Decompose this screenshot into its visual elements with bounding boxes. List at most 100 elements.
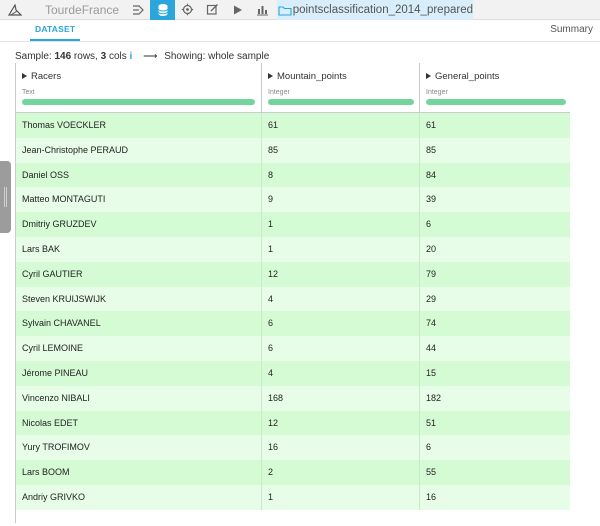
column-type: Integer [426,89,448,96]
datasets-icon[interactable] [150,0,175,20]
table-cell[interactable]: 85 [420,138,570,163]
showing-label: Showing: whole sample [164,51,270,62]
table-cell[interactable]: Cyril GAUTIER [16,261,262,287]
table-cell[interactable]: 55 [420,460,570,485]
caret-right-icon [426,73,431,79]
table-row[interactable]: Jérome PINEAU 4 15 [16,360,570,386]
table-cell[interactable]: 74 [420,311,570,336]
table-cell[interactable]: Vincenzo NIBALI [16,385,262,411]
table-cell[interactable]: Lars BAK [16,236,262,262]
project-name[interactable]: TourdeFrance [30,0,125,20]
table-cell[interactable]: Andriy GRIVKO [16,484,262,510]
table-cell[interactable]: 4 [262,286,420,312]
table-cell[interactable]: 44 [420,336,570,361]
table-cell[interactable]: Nicolas EDET [16,410,262,436]
column-header-general-points[interactable]: General_points Integer [420,63,570,113]
table-cell[interactable]: Steven KRUIJSWIJK [16,286,262,312]
table-row[interactable]: Jean-Christophe PERAUD 85 85 [16,137,570,163]
dashboards-icon[interactable] [250,0,275,20]
table-cell[interactable]: 16 [420,485,570,510]
caret-right-icon [268,73,273,79]
sample-info-icon[interactable]: i [130,51,133,62]
table-cell[interactable]: 12 [262,410,420,436]
table-cell[interactable]: 1 [262,212,420,237]
sample-row-count: 146 [54,51,72,62]
table-cell[interactable]: 4 [262,360,420,386]
table-cell[interactable]: 84 [420,163,570,188]
table-cell[interactable]: 39 [420,187,570,212]
table-cell[interactable]: Dmitriy GRUZDEV [16,212,262,237]
table-row[interactable]: Lars BAK 1 20 [16,236,570,262]
table-cell[interactable]: 6 [420,212,570,237]
table-cell[interactable]: 182 [420,386,570,411]
table-body: Thomas VOECKLER 61 61 Jean-Christophe PERAU… [16,113,570,510]
arrow-icon: ⟶ [143,51,158,62]
column-validity-bar [426,99,566,105]
sample-rows-label: rows, [71,51,101,62]
active-tab-underline [30,39,80,41]
table-cell[interactable]: 61 [262,113,420,138]
folder-icon [277,5,293,16]
tab-summary[interactable]: Summary [550,24,593,35]
table-cell[interactable]: 16 [262,435,420,461]
side-panel-handle[interactable] [0,161,11,233]
flow-icon[interactable] [125,0,150,20]
table-cell[interactable]: Jérome PINEAU [16,360,262,386]
table-cell[interactable]: 29 [420,287,570,312]
table-cell[interactable]: Jean-Christophe PERAUD [16,137,262,163]
table-cell[interactable]: Sylvain CHAVANEL [16,311,262,337]
table-cell[interactable]: 8 [262,162,420,188]
table-row[interactable]: Vincenzo NIBALI 168 182 [16,385,570,411]
jobs-icon[interactable] [225,0,250,20]
table-row[interactable]: Nicolas EDET 12 51 [16,410,570,436]
column-validity-bar [268,99,414,105]
table-cell[interactable]: 79 [420,262,570,287]
column-validity-bar [22,99,255,105]
table-row[interactable]: Sylvain CHAVANEL 6 74 [16,311,570,337]
table-cell[interactable]: 168 [262,385,420,411]
column-type: Integer [268,89,290,96]
column-name: Mountain_points [277,71,347,82]
table-row[interactable]: Daniel OSS 8 84 [16,162,570,188]
notebooks-icon[interactable] [200,0,225,20]
dataset-tab[interactable]: pointsclassification_2014_prepared [277,0,473,20]
app-logo-icon[interactable] [0,0,30,20]
grip-icon [4,187,7,207]
table-cell[interactable]: 12 [262,261,420,287]
table-cell[interactable]: 15 [420,361,570,386]
table-row[interactable]: Yury TROFIMOV 16 6 [16,435,570,461]
table-row[interactable]: Thomas VOECKLER 61 61 [16,113,570,138]
table-cell[interactable]: 61 [420,113,570,138]
table-cell[interactable]: 9 [262,187,420,213]
table-cell[interactable]: Cyril LEMOINE [16,336,262,361]
table-cell[interactable]: Yury TROFIMOV [16,435,262,461]
table-row[interactable]: Andriy GRIVKO 1 16 [16,484,570,510]
table-cell[interactable]: 2 [262,460,420,485]
table-row[interactable]: Steven KRUIJSWIJK 4 29 [16,286,570,312]
table-row[interactable]: Cyril GAUTIER 12 79 [16,261,570,287]
table-cell[interactable]: 85 [262,137,420,163]
table-header: Racers Text Mountain_points Integer Gene… [16,63,570,113]
table-cell[interactable]: 51 [420,411,570,436]
table-cell[interactable]: Matteo MONTAGUTI [16,187,262,213]
column-name: General_points [435,71,500,82]
table-cell[interactable]: 6 [262,336,420,361]
table-row[interactable]: Matteo MONTAGUTI 9 39 [16,187,570,213]
table-cell[interactable]: 6 [420,435,570,460]
table-row[interactable]: Cyril LEMOINE 6 44 [16,336,570,361]
column-header-mountain-points[interactable]: Mountain_points Integer [262,63,420,113]
table-cell[interactable]: 20 [420,237,570,262]
table-cell[interactable]: 1 [262,484,420,510]
table-cell[interactable]: 1 [262,236,420,262]
table-cell[interactable]: 6 [262,311,420,337]
table-cell[interactable]: Thomas VOECKLER [16,113,262,138]
tab-dataset[interactable]: DATASET [35,24,75,34]
table-cell[interactable]: Daniel OSS [16,162,262,188]
data-table: Racers Text Mountain_points Integer Gene… [15,63,570,523]
table-cell[interactable]: Lars BOOM [16,460,262,485]
recipes-icon[interactable] [175,0,200,20]
column-header-racers[interactable]: Racers Text [16,63,262,113]
column-name: Racers [31,71,62,82]
table-row[interactable]: Lars BOOM 2 55 [16,460,570,485]
table-row[interactable]: Dmitriy GRUZDEV 1 6 [16,212,570,237]
